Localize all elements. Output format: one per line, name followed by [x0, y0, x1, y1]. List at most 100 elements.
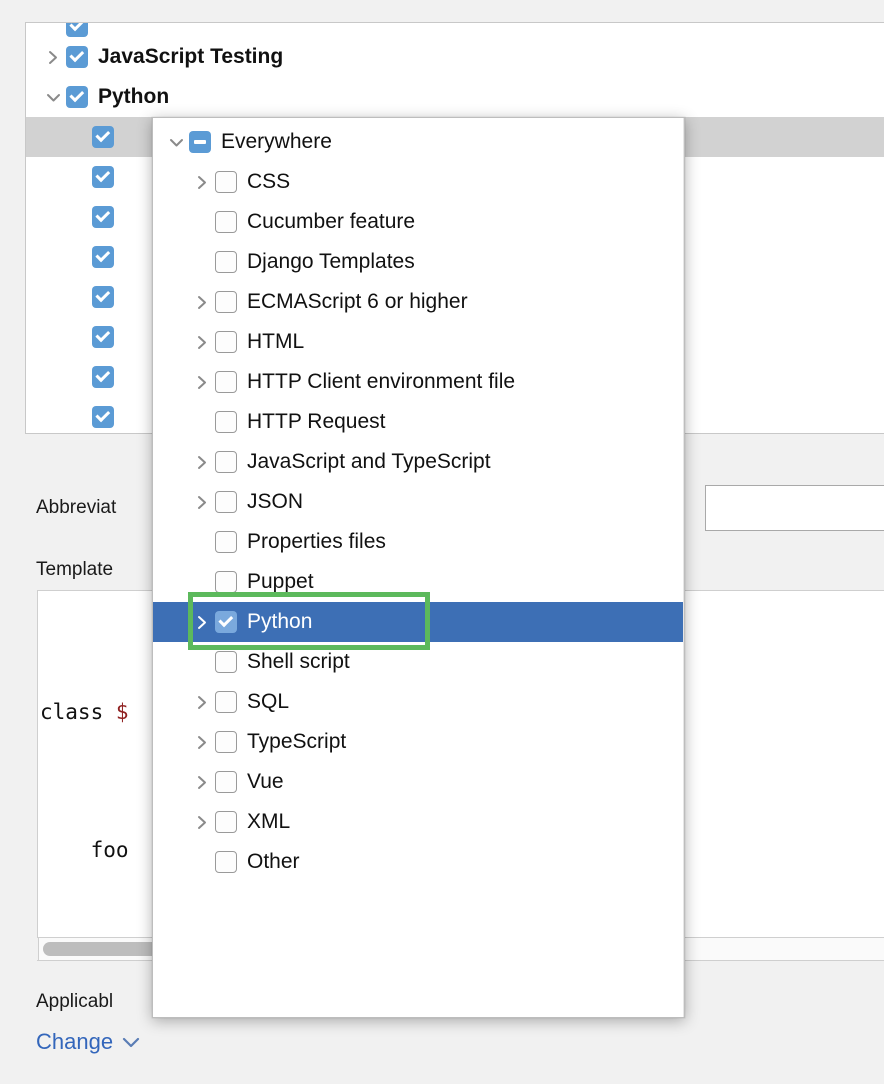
- checkbox-unchecked[interactable]: [215, 651, 237, 673]
- checkbox-checked[interactable]: [92, 166, 114, 188]
- tree-row-clipped[interactable]: [26, 23, 884, 37]
- chevron-right-icon[interactable]: [189, 693, 215, 712]
- chevron-right-icon[interactable]: [189, 293, 215, 312]
- checkbox-unchecked[interactable]: [215, 371, 237, 393]
- checkbox-checked[interactable]: [66, 23, 88, 37]
- popup-item-python[interactable]: Python: [153, 602, 684, 642]
- popup-item-javascript-and-typescript[interactable]: JavaScript and TypeScript: [153, 442, 684, 482]
- popup-item-ecmascript-6-or-higher[interactable]: ECMAScript 6 or higher: [153, 282, 684, 322]
- abbreviation-label: Abbreviat: [36, 497, 116, 519]
- popup-item-sql[interactable]: SQL: [153, 682, 684, 722]
- chevron-right-icon[interactable]: [40, 48, 66, 67]
- popup-right-edge: [683, 118, 684, 1017]
- tree-row[interactable]: JavaScript Testing: [26, 37, 884, 77]
- chevron-right-icon[interactable]: [189, 493, 215, 512]
- file-type-selector-popup[interactable]: Everywhere CSS Cucumber feature Django Temp…: [152, 117, 685, 1018]
- popup-item-label: SQL: [247, 690, 289, 714]
- popup-item-label: HTML: [247, 330, 304, 354]
- popup-item-label: HTTP Client environment file: [247, 370, 515, 394]
- change-link[interactable]: Change: [36, 1029, 140, 1055]
- checkbox-checked[interactable]: [66, 86, 88, 108]
- popup-item-label: HTTP Request: [247, 410, 386, 434]
- checkbox-indeterminate[interactable]: [189, 131, 211, 153]
- tree-row[interactable]: Python: [26, 77, 884, 117]
- chevron-down-icon[interactable]: [40, 91, 66, 104]
- checkbox-unchecked[interactable]: [215, 771, 237, 793]
- checkbox-unchecked[interactable]: [215, 731, 237, 753]
- popup-item-other[interactable]: Other: [153, 842, 684, 882]
- popup-item-label: Everywhere: [221, 130, 332, 154]
- checkbox-checked[interactable]: [92, 286, 114, 308]
- popup-item-label: Other: [247, 850, 300, 874]
- checkbox-unchecked[interactable]: [215, 331, 237, 353]
- checkbox-unchecked[interactable]: [215, 251, 237, 273]
- chevron-right-icon[interactable]: [189, 373, 215, 392]
- popup-item-puppet[interactable]: Puppet: [153, 562, 684, 602]
- popup-item-list[interactable]: Everywhere CSS Cucumber feature Django Temp…: [153, 118, 684, 882]
- chevron-down-icon[interactable]: [163, 136, 189, 149]
- chevron-right-icon[interactable]: [189, 773, 215, 792]
- applicable-label: Applicabl: [36, 991, 113, 1013]
- chevron-right-icon[interactable]: [189, 173, 215, 192]
- popup-item-vue[interactable]: Vue: [153, 762, 684, 802]
- checkbox-unchecked[interactable]: [215, 851, 237, 873]
- checkbox-checked[interactable]: [92, 366, 114, 388]
- checkbox-unchecked[interactable]: [215, 411, 237, 433]
- checkbox-checked[interactable]: [92, 206, 114, 228]
- popup-item-css[interactable]: CSS: [153, 162, 684, 202]
- checkbox-checked[interactable]: [92, 406, 114, 428]
- chevron-right-icon[interactable]: [189, 813, 215, 832]
- popup-item-label: JSON: [247, 490, 303, 514]
- checkbox-checked[interactable]: [92, 246, 114, 268]
- checkbox-unchecked[interactable]: [215, 531, 237, 553]
- checkbox-checked[interactable]: [92, 126, 114, 148]
- screen-root: JavaScript Testing Python: [0, 0, 884, 1084]
- template-label: Template: [36, 559, 113, 581]
- checkbox-unchecked[interactable]: [215, 171, 237, 193]
- popup-item-html[interactable]: HTML: [153, 322, 684, 362]
- popup-item-label: Django Templates: [247, 250, 415, 274]
- checkbox-unchecked[interactable]: [215, 291, 237, 313]
- checkbox-unchecked[interactable]: [215, 811, 237, 833]
- code-line-2: foo: [38, 827, 139, 873]
- checkbox-checked[interactable]: [66, 46, 88, 68]
- popup-item-xml[interactable]: XML: [153, 802, 684, 842]
- code-line-1: class $: [38, 689, 139, 735]
- popup-item-properties-files[interactable]: Properties files: [153, 522, 684, 562]
- popup-item-label: ECMAScript 6 or higher: [247, 290, 468, 314]
- chevron-down-icon[interactable]: [122, 1037, 140, 1048]
- popup-item-label: Cucumber feature: [247, 210, 415, 234]
- popup-item-shell-script[interactable]: Shell script: [153, 642, 684, 682]
- checkbox-unchecked[interactable]: [215, 211, 237, 233]
- popup-item-http-client-environment-file[interactable]: HTTP Client environment file: [153, 362, 684, 402]
- change-link-label: Change: [36, 1029, 113, 1055]
- tree-item-label: Python: [98, 85, 169, 109]
- popup-item-everywhere[interactable]: Everywhere: [153, 122, 684, 162]
- chevron-right-icon[interactable]: [189, 453, 215, 472]
- abbreviation-input[interactable]: [705, 485, 884, 531]
- checkbox-unchecked[interactable]: [215, 451, 237, 473]
- checkbox-unchecked[interactable]: [215, 691, 237, 713]
- popup-item-json[interactable]: JSON: [153, 482, 684, 522]
- checkbox-checked[interactable]: [92, 326, 114, 348]
- popup-item-cucumber-feature[interactable]: Cucumber feature: [153, 202, 684, 242]
- popup-item-typescript[interactable]: TypeScript: [153, 722, 684, 762]
- checkbox-unchecked[interactable]: [215, 571, 237, 593]
- popup-item-label: Properties files: [247, 530, 386, 554]
- checkbox-unchecked[interactable]: [215, 491, 237, 513]
- template-code-text-tail: x x x elf.food}."): [726, 591, 880, 938]
- popup-item-label: JavaScript and TypeScript: [247, 450, 491, 474]
- popup-item-label: Python: [247, 610, 312, 634]
- popup-item-django-templates[interactable]: Django Templates: [153, 242, 684, 282]
- popup-item-label: CSS: [247, 170, 290, 194]
- template-code-text: class $ foo def: [38, 591, 139, 938]
- popup-item-http-request[interactable]: HTTP Request: [153, 402, 684, 442]
- popup-item-label: Vue: [247, 770, 284, 794]
- chevron-right-icon[interactable]: [189, 333, 215, 352]
- popup-item-label: Shell script: [247, 650, 350, 674]
- popup-item-label: XML: [247, 810, 290, 834]
- checkbox-checked[interactable]: [215, 611, 237, 633]
- chevron-right-icon[interactable]: [189, 733, 215, 752]
- popup-item-label: Puppet: [247, 570, 314, 594]
- chevron-right-icon[interactable]: [189, 613, 215, 632]
